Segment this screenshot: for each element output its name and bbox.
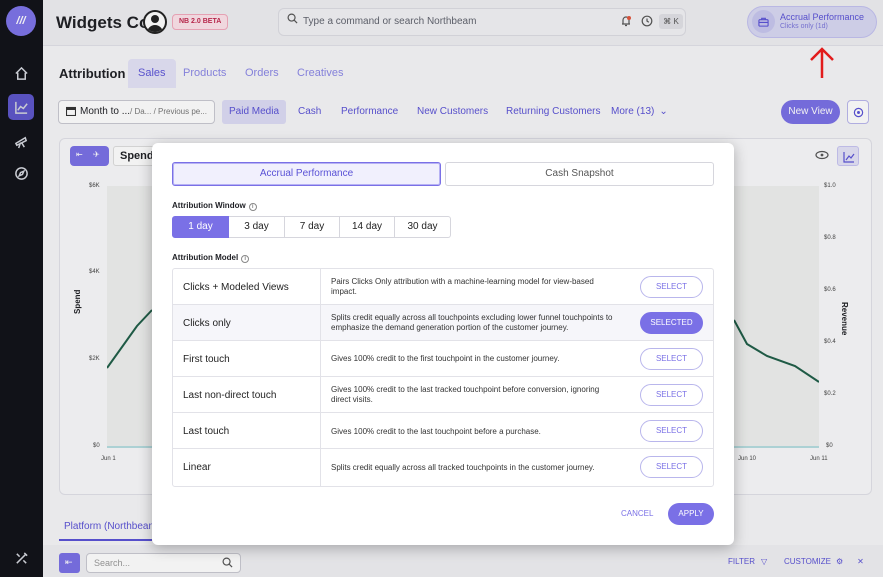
cancel-button[interactable]: CANCEL	[621, 509, 653, 518]
model-name: Clicks + Modeled Views	[183, 282, 289, 293]
select-button[interactable]: SELECT	[640, 276, 703, 298]
model-description: Pairs Clicks Only attribution with a mac…	[331, 277, 594, 296]
select-button[interactable]: SELECT	[640, 384, 703, 406]
attribution-model-label: Attribution Model i	[172, 253, 250, 263]
select-button[interactable]: SELECT	[640, 420, 703, 442]
model-name: Clicks only	[183, 318, 231, 329]
model-description: Gives 100% credit to the last touchpoint…	[331, 427, 541, 436]
info-icon[interactable]: i	[248, 203, 257, 211]
apply-button[interactable]: APPLY	[668, 503, 714, 525]
model-description: Splits credit equally across all touchpo…	[331, 313, 613, 332]
tab-cash-snapshot[interactable]: Cash Snapshot	[445, 162, 714, 186]
model-description: Gives 100% credit to the last tracked to…	[331, 385, 600, 404]
model-name: Last non-direct touch	[183, 390, 277, 401]
model-description: Splits credit equally across all tracked…	[331, 463, 595, 472]
window-1-day[interactable]: 1 day	[172, 216, 229, 238]
window-14-day[interactable]: 14 day	[340, 216, 395, 238]
window-3-day[interactable]: 3 day	[229, 216, 285, 238]
model-name: First touch	[183, 354, 230, 365]
attribution-model-text: Attribution Model	[172, 253, 239, 262]
info-icon[interactable]: i	[241, 255, 250, 263]
attribution-window-text: Attribution Window	[172, 201, 246, 210]
selected-button[interactable]: SELECTED	[640, 312, 703, 334]
select-button[interactable]: SELECT	[640, 348, 703, 370]
column-divider	[320, 269, 321, 486]
window-7-day[interactable]: 7 day	[285, 216, 340, 238]
model-name: Linear	[183, 462, 211, 473]
model-name: Last touch	[183, 426, 230, 437]
attribution-window-label: Attribution Window i	[172, 201, 257, 211]
window-30-day[interactable]: 30 day	[395, 216, 451, 238]
model-description: Gives 100% credit to the first touchpoin…	[331, 354, 560, 363]
select-button[interactable]: SELECT	[640, 456, 703, 478]
tab-accrual-performance[interactable]: Accrual Performance	[172, 162, 441, 186]
